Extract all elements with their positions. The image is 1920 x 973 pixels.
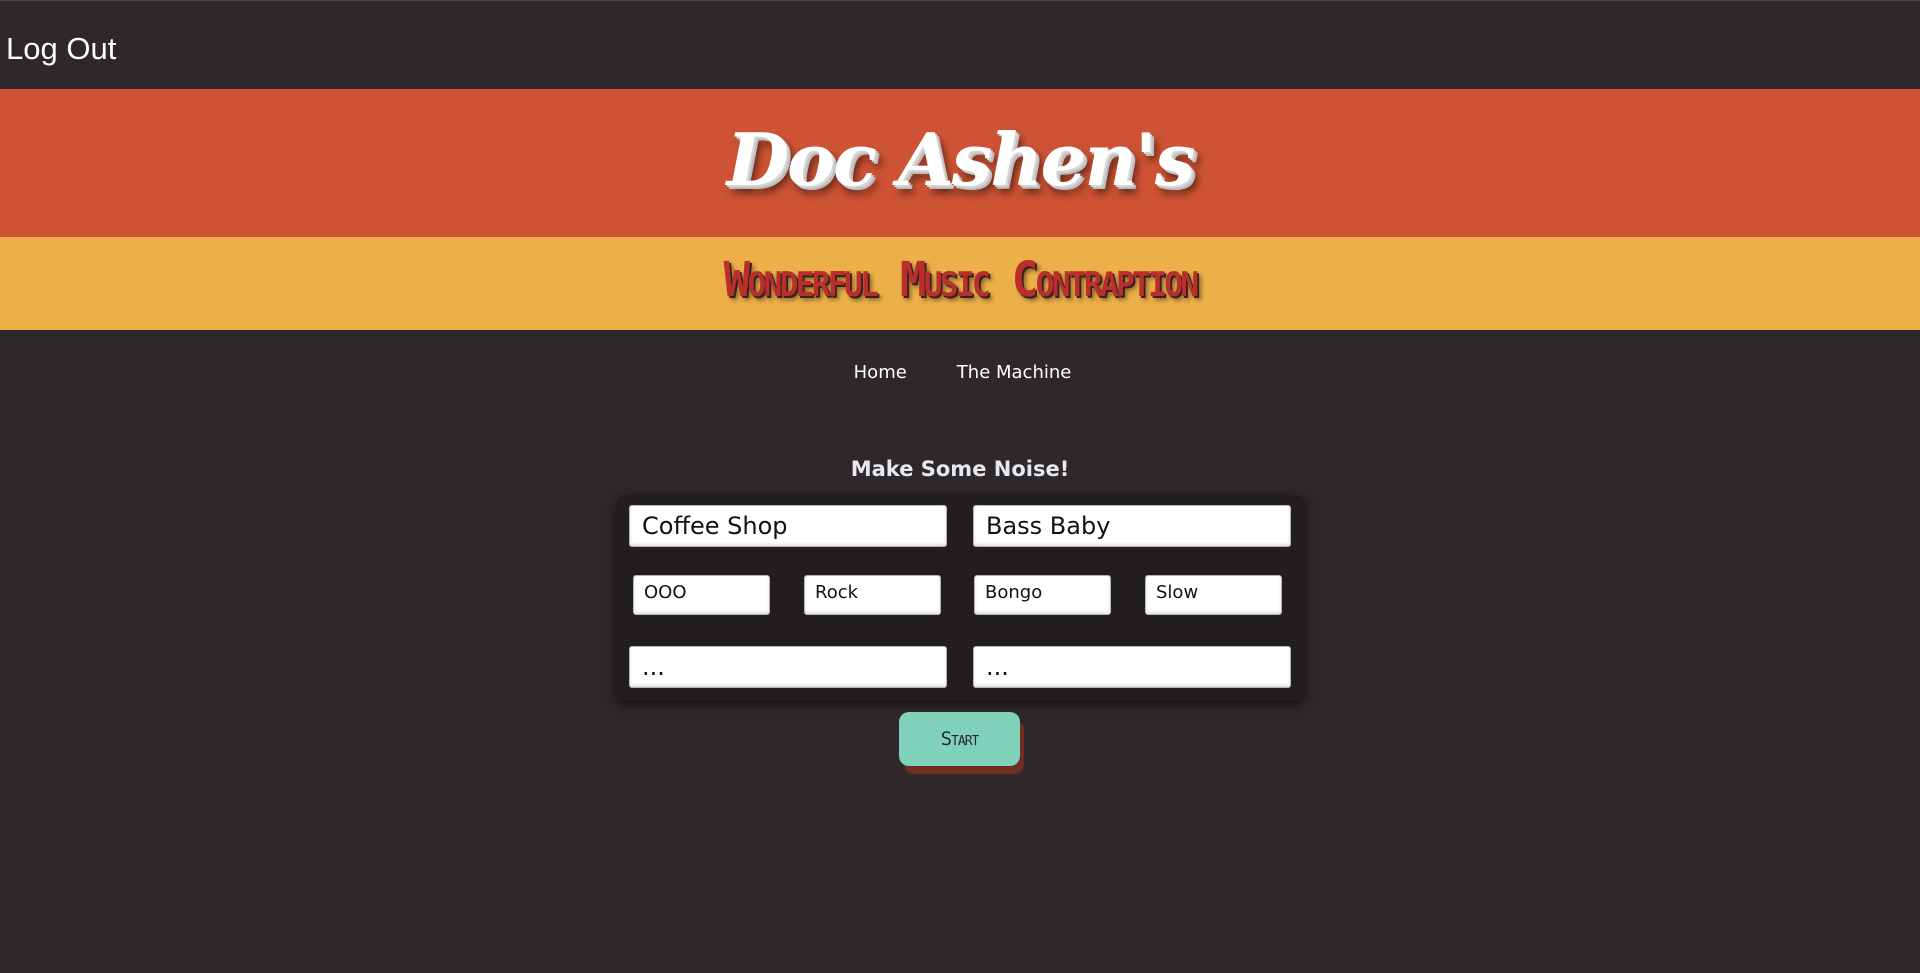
instrument-input[interactable] [974,575,1111,615]
nav-the-machine-link[interactable]: The Machine [957,362,1072,383]
main-nav: Home The Machine [0,362,1920,383]
right-note-input[interactable] [973,646,1291,688]
logout-link[interactable]: Log Out [6,31,116,67]
genre-input[interactable] [804,575,941,615]
start-button-wrapper: Start [899,712,1025,774]
left-note-input[interactable] [629,646,947,688]
noise-form-panel [617,495,1304,700]
setting-input[interactable] [629,505,947,547]
site-subtitle: Wonderful Music Contraption [723,252,1199,308]
nav-home-link[interactable]: Home [854,362,907,383]
mood-input[interactable] [633,575,770,615]
top-bar: Log Out [0,0,1920,89]
start-button[interactable]: Start [899,712,1020,766]
name-input[interactable] [973,505,1291,547]
site-title: Doc Ashen's [726,117,1196,202]
tempo-input[interactable] [1145,575,1282,615]
section-heading: Make Some Noise! [850,457,1070,481]
